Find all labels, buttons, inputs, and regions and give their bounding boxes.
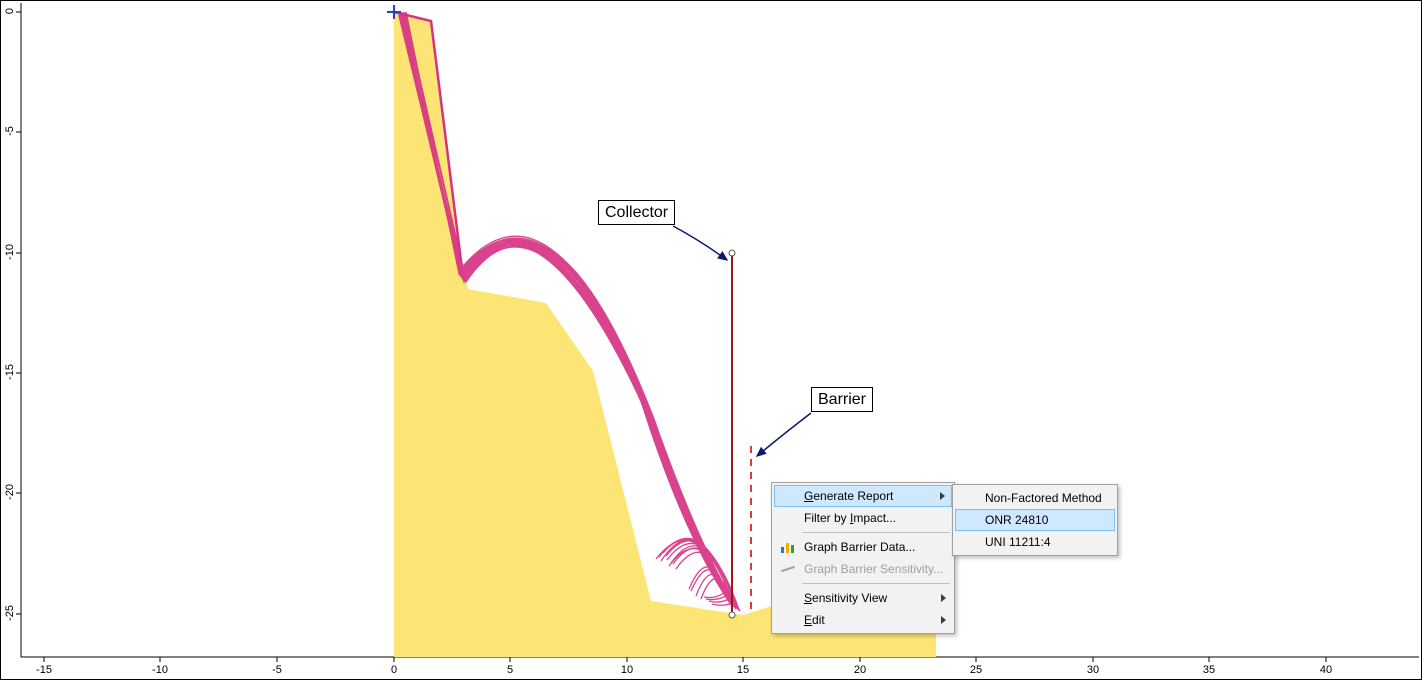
- x-tick-label: 15: [737, 664, 749, 676]
- collector-bottom-handle[interactable]: [729, 612, 735, 618]
- y-tick-label: 0: [4, 2, 16, 20]
- y-tick-label: -15: [4, 363, 16, 381]
- x-tick-label: 5: [507, 664, 513, 676]
- y-tick-label: -5: [4, 122, 16, 140]
- chevron-right-icon: [941, 594, 946, 602]
- x-tick-label: 25: [970, 664, 982, 676]
- context-submenu-generate-report[interactable]: Non-Factored Method ONR 24810 UNI 11211:…: [952, 484, 1118, 556]
- context-menu[interactable]: Generate Report Filter by Impact... Grap…: [771, 482, 955, 634]
- x-tick-label: 35: [1203, 664, 1215, 676]
- menu-separator: [802, 532, 950, 533]
- menu-sensitivity-view[interactable]: Sensitivity View: [774, 587, 952, 609]
- menu-separator: [802, 583, 950, 584]
- collector-arrow: [673, 226, 727, 260]
- x-tick-label: -10: [152, 664, 168, 676]
- x-tick-label: -15: [36, 664, 52, 676]
- x-tick-label: -5: [272, 664, 282, 676]
- y-tick-label: -25: [4, 604, 16, 622]
- x-tick-label: 30: [1087, 664, 1099, 676]
- blank-icon: [777, 485, 800, 507]
- blank-icon: [958, 509, 981, 531]
- submenu-non-factored-method[interactable]: Non-Factored Method: [955, 487, 1115, 509]
- blank-icon: [776, 587, 800, 609]
- menu-graph-barrier-sensitivity: Graph Barrier Sensitivity...: [774, 558, 952, 580]
- blank-icon: [776, 609, 800, 631]
- submenu-onr-24810[interactable]: ONR 24810: [955, 509, 1115, 531]
- blank-icon: [776, 507, 800, 529]
- x-tick-label: 40: [1320, 664, 1332, 676]
- menu-edit[interactable]: Edit: [774, 609, 952, 631]
- x-tick-label: 10: [621, 664, 633, 676]
- blank-icon: [957, 531, 981, 553]
- y-tick-label: -10: [4, 243, 16, 261]
- menu-generate-report[interactable]: Generate Report: [774, 485, 952, 507]
- blank-icon: [957, 487, 981, 509]
- barchart-icon: [776, 536, 800, 558]
- barrier-label: Barrier: [811, 387, 873, 412]
- collector-label: Collector: [598, 200, 675, 225]
- chevron-right-icon: [941, 616, 946, 624]
- chart-canvas[interactable]: [1, 1, 1421, 679]
- app-frame: Collector Barrier 0 -5 -10 -15 -20 -25 -…: [0, 0, 1422, 680]
- y-tick-label: -20: [4, 483, 16, 501]
- chevron-right-icon: [940, 492, 945, 500]
- submenu-uni-11211-4[interactable]: UNI 11211:4: [955, 531, 1115, 553]
- barrier-arrow: [757, 413, 811, 456]
- lineplot-icon: [776, 558, 800, 580]
- x-tick-label: 0: [391, 664, 397, 676]
- collector-top-handle[interactable]: [729, 250, 735, 256]
- menu-filter-by-impact[interactable]: Filter by Impact...: [774, 507, 952, 529]
- x-tick-label: 20: [854, 664, 866, 676]
- menu-graph-barrier-data[interactable]: Graph Barrier Data...: [774, 536, 952, 558]
